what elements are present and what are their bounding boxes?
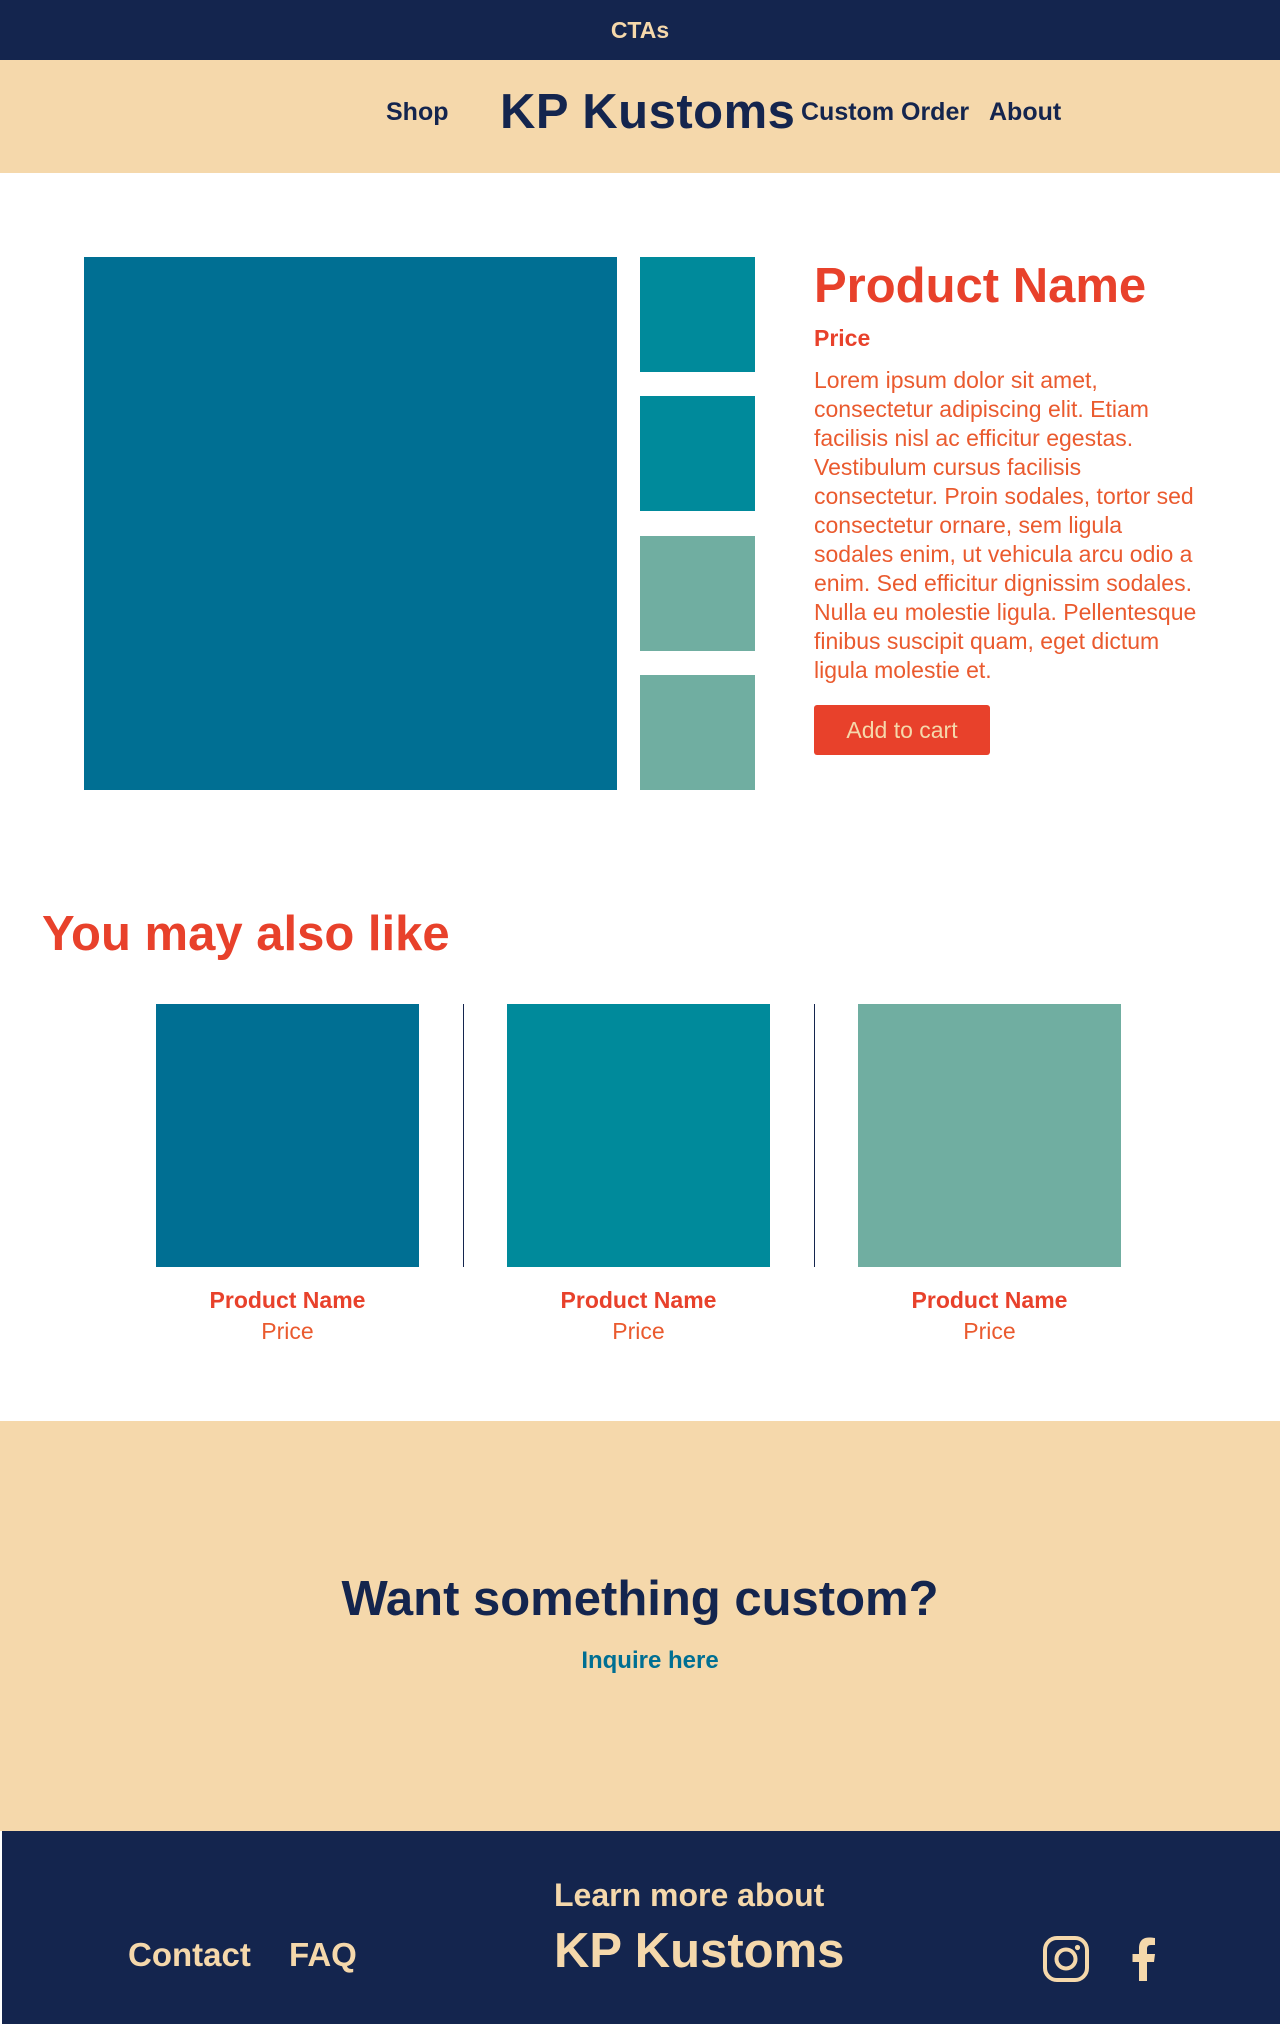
- cta-bar: CTAs: [0, 0, 1280, 60]
- nav-custom-order[interactable]: Custom Order: [801, 98, 969, 127]
- related-product-price: Price: [261, 1318, 314, 1344]
- footer-contact-link[interactable]: Contact: [128, 1936, 251, 1974]
- related-product-image[interactable]: [507, 1004, 770, 1267]
- product-info: Product Name Price Lorem ipsum dolor sit…: [814, 257, 1214, 755]
- facebook-icon[interactable]: [1120, 1935, 1168, 1983]
- inquire-link[interactable]: Inquire here: [0, 1647, 1280, 1675]
- add-to-cart-button[interactable]: Add to cart: [814, 705, 990, 755]
- nav-shop[interactable]: Shop: [386, 98, 449, 127]
- product-thumbnail-2[interactable]: [640, 396, 755, 511]
- related-product-price: Price: [963, 1318, 1016, 1344]
- product-description: Lorem ipsum dolor sit amet, consectetur …: [814, 367, 1197, 683]
- related-product-name[interactable]: Product Name: [507, 1287, 770, 1314]
- product-thumbnail-3[interactable]: [640, 536, 755, 651]
- related-product-card[interactable]: Product Name Price: [156, 1004, 419, 1345]
- related-product-name[interactable]: Product Name: [858, 1287, 1121, 1314]
- product-price: Price: [814, 325, 871, 351]
- site-footer: Contact FAQ Learn more about KP Kustoms: [2, 1831, 1280, 2024]
- product-main-image: [84, 257, 617, 790]
- footer-brand[interactable]: KP Kustoms: [554, 1923, 844, 1979]
- brand-logo[interactable]: KP Kustoms: [500, 84, 795, 140]
- instagram-icon[interactable]: [1042, 1935, 1090, 1983]
- divider: [814, 1004, 815, 1267]
- custom-order-section: Want something custom? Inquire here: [0, 1421, 1280, 1831]
- custom-heading: Want something custom?: [341, 1572, 939, 1626]
- product-thumbnail-1[interactable]: [640, 257, 755, 372]
- site-header: Shop KP Kustoms Custom Order About: [0, 60, 1280, 173]
- related-product-image[interactable]: [156, 1004, 419, 1267]
- product-thumbnail-4[interactable]: [640, 675, 755, 790]
- product-title: Product Name: [814, 259, 1147, 313]
- footer-faq-link[interactable]: FAQ: [289, 1936, 357, 1974]
- divider: [463, 1004, 464, 1267]
- nav-about[interactable]: About: [989, 98, 1061, 127]
- related-product-name[interactable]: Product Name: [156, 1287, 419, 1314]
- related-product-image[interactable]: [858, 1004, 1121, 1267]
- related-product-card[interactable]: Product Name Price: [507, 1004, 770, 1345]
- related-product-card[interactable]: Product Name Price: [858, 1004, 1121, 1345]
- footer-learn-more: Learn more about: [554, 1877, 825, 1913]
- related-heading: You may also like: [42, 907, 450, 961]
- related-product-price: Price: [612, 1318, 665, 1344]
- cta-bar-text[interactable]: CTAs: [611, 17, 669, 44]
